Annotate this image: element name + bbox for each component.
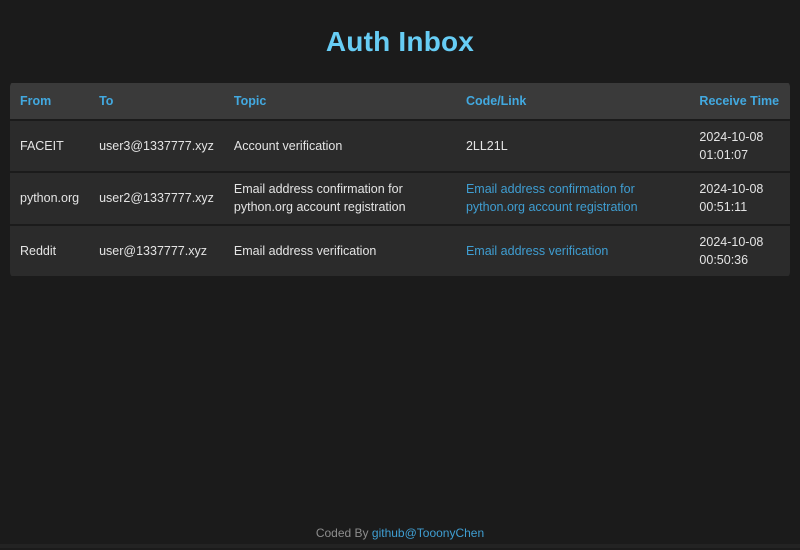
header-cell-from: From (10, 83, 89, 119)
cell-receive-time: 2024-10-08 00:50:36 (689, 226, 790, 276)
header-cell-to: To (89, 83, 224, 119)
cell-from: python.org (10, 173, 89, 223)
auth-table: From To Topic Code/Link Receive Time FAC… (10, 81, 790, 278)
cell-topic: Email address verification (224, 226, 456, 276)
cell-code-link: Email address verification (456, 226, 689, 276)
table-body: FACEITuser3@1337777.xyzAccount verificat… (10, 121, 790, 276)
code-link[interactable]: Email address verification (466, 244, 608, 258)
footer-credit-label: Coded By (316, 526, 372, 540)
cell-receive-time: 2024-10-08 00:51:11 (689, 173, 790, 223)
table-row: python.orguser2@1337777.xyzEmail address… (10, 173, 790, 223)
cell-from: Reddit (10, 226, 89, 276)
cell-to: user@1337777.xyz (89, 226, 224, 276)
cell-topic: Account verification (224, 121, 456, 171)
code-text: 2LL21L (466, 139, 508, 153)
code-link[interactable]: Email address confirmation for python.or… (466, 182, 638, 214)
cell-from: FACEIT (10, 121, 89, 171)
bottom-strip (0, 544, 800, 548)
header-cell-code-link: Code/Link (456, 83, 689, 119)
header-cell-receive-time: Receive Time (689, 83, 790, 119)
table-row: Reddituser@1337777.xyzEmail address veri… (10, 226, 790, 276)
footer-text: Coded By github@TooonyChen (316, 526, 484, 540)
footer-github-link[interactable]: github@TooonyChen (372, 526, 484, 540)
cell-topic: Email address confirmation for python.or… (224, 173, 456, 223)
table-header-row: From To Topic Code/Link Receive Time (10, 83, 790, 119)
cell-receive-time: 2024-10-08 01:01:07 (689, 121, 790, 171)
header-cell-topic: Topic (224, 83, 456, 119)
cell-code-link: Email address confirmation for python.or… (456, 173, 689, 223)
cell-code-link: 2LL21L (456, 121, 689, 171)
table-row: FACEITuser3@1337777.xyzAccount verificat… (10, 121, 790, 171)
cell-to: user3@1337777.xyz (89, 121, 224, 171)
auth-table-container: From To Topic Code/Link Receive Time FAC… (10, 81, 790, 278)
page-title: Auth Inbox (0, 26, 800, 58)
page-footer: Coded By github@TooonyChen (0, 526, 800, 550)
cell-to: user2@1337777.xyz (89, 173, 224, 223)
